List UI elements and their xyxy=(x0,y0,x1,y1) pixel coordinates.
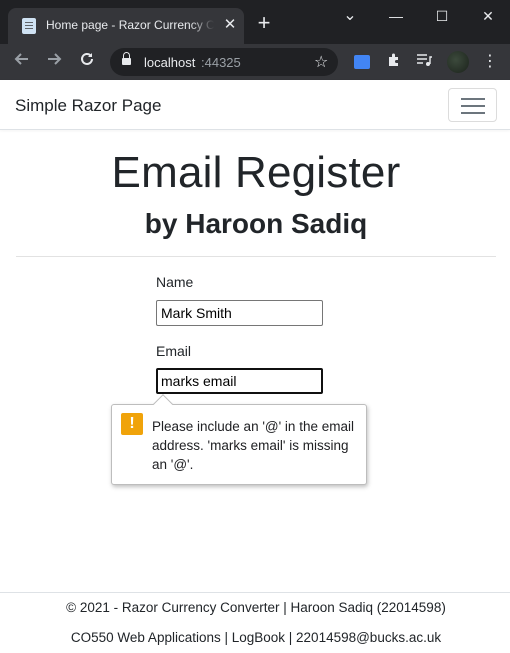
lock-icon[interactable] xyxy=(122,52,131,67)
forward-arrow-icon[interactable] xyxy=(42,50,66,74)
profile-avatar[interactable] xyxy=(447,51,469,73)
address-bar[interactable]: localhost :44325 ☆ xyxy=(110,48,338,76)
extension-icon[interactable] xyxy=(354,55,370,69)
name-field[interactable] xyxy=(156,300,323,326)
tab-search-dropdown-icon[interactable]: ⌄ xyxy=(338,6,362,26)
footer: © 2021 - Razor Currency Converter | Haro… xyxy=(0,592,510,653)
navbar-toggler-button[interactable] xyxy=(448,88,497,122)
url-host: localhost xyxy=(144,55,196,70)
browser-tab[interactable]: Home page - Razor Currency Converter ✕ xyxy=(8,8,244,44)
page-title: Email Register xyxy=(111,148,401,197)
close-window-button[interactable]: ✕ xyxy=(476,6,500,26)
maximize-button[interactable]: ☐ xyxy=(430,6,454,26)
validation-message: Please include an '@' in the email addre… xyxy=(152,419,354,472)
back-arrow-icon[interactable] xyxy=(10,50,34,74)
new-tab-button[interactable]: + xyxy=(252,12,276,36)
tab-title: Home page - Razor Currency Converter xyxy=(46,18,214,32)
minimize-button[interactable]: — xyxy=(384,6,408,26)
footer-links: CO550 Web Applications | LogBook | 22014… xyxy=(70,630,442,645)
name-label: Name xyxy=(156,274,194,290)
browser-toolbar: localhost :44325 ☆ ⋮ xyxy=(0,44,510,80)
email-field[interactable] xyxy=(156,368,323,394)
browser-tab-strip: Home page - Razor Currency Converter ✕ +… xyxy=(0,0,510,44)
bookmark-star-icon[interactable]: ☆ xyxy=(314,52,328,72)
validation-tooltip: ! Please include an '@' in the email add… xyxy=(111,394,367,485)
divider xyxy=(16,256,496,257)
site-navbar: Simple Razor Page xyxy=(0,80,510,130)
page-favicon-icon xyxy=(22,18,36,34)
warning-icon: ! xyxy=(121,413,143,435)
media-queue-icon[interactable] xyxy=(414,52,434,72)
extensions-puzzle-icon[interactable] xyxy=(384,52,404,72)
navbar-brand[interactable]: Simple Razor Page xyxy=(15,96,161,116)
email-label: Email xyxy=(156,343,192,359)
browser-menu-icon[interactable]: ⋮ xyxy=(480,52,500,72)
reload-icon[interactable] xyxy=(75,50,99,74)
tab-close-icon[interactable]: ✕ xyxy=(221,16,239,34)
page-subtitle: by Haroon Sadiq xyxy=(144,208,368,239)
hamburger-icon xyxy=(461,98,485,100)
footer-copyright: © 2021 - Razor Currency Converter | Haro… xyxy=(66,600,446,615)
url-port: :44325 xyxy=(201,55,241,70)
